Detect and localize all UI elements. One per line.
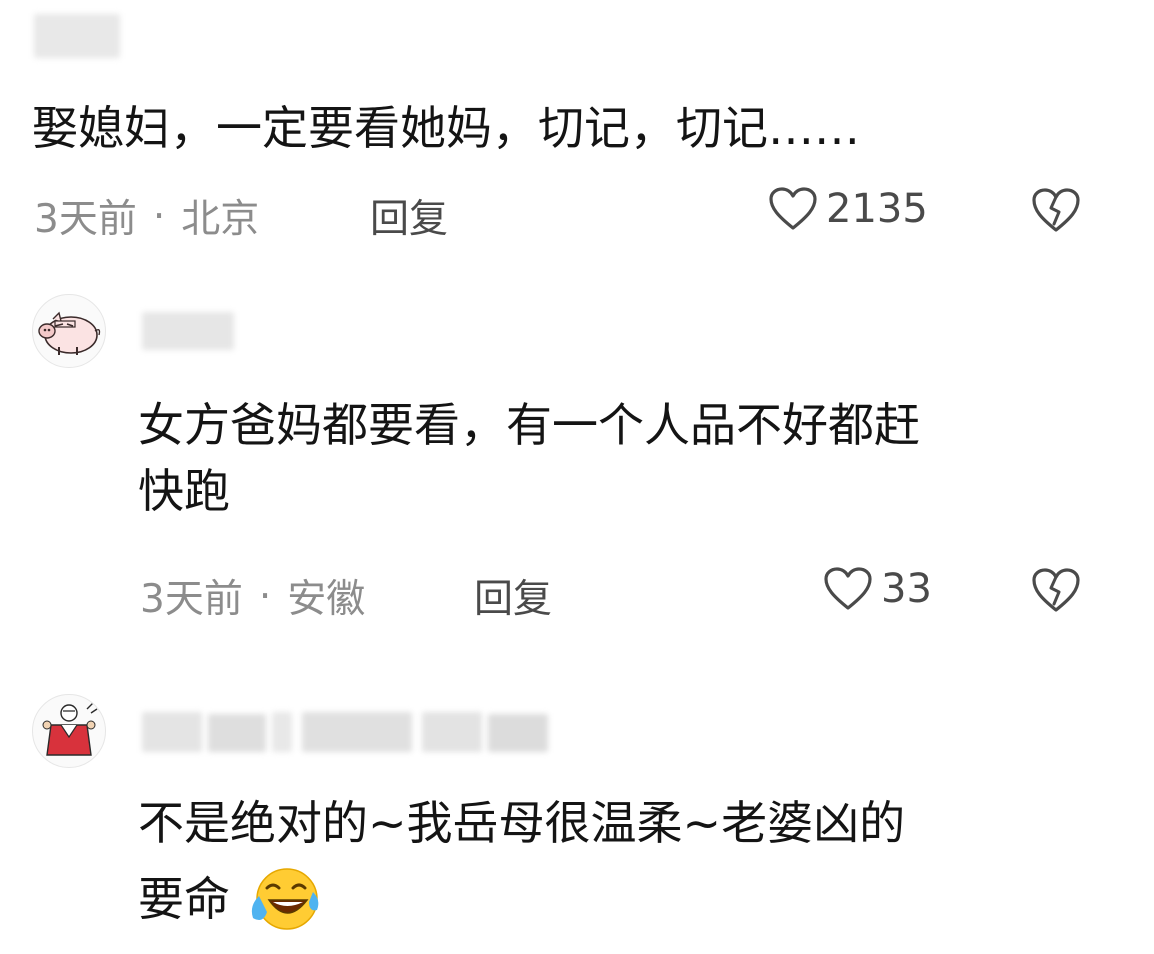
comment-time: 3天前 <box>140 577 243 622</box>
like-button[interactable]: 2135 <box>768 186 928 232</box>
comment-text: 女方爸妈都要看，有一个人品不好都赶 快跑 <box>138 398 920 518</box>
like-count: 33 <box>881 566 932 612</box>
cartoon-character-avatar-icon <box>42 702 98 756</box>
dislike-button[interactable] <box>1030 186 1082 238</box>
comment-time: 3天前 <box>34 197 137 242</box>
comment-text: 娶媳妇，一定要看她妈，切记，切记…… <box>32 101 860 155</box>
comment-location: 北京 <box>181 197 260 242</box>
broken-heart-icon <box>1032 188 1080 232</box>
comment-location: 安徽 <box>287 577 366 622</box>
heart-outline-icon <box>824 567 872 610</box>
heart-outline-icon <box>769 187 817 230</box>
like-button[interactable]: 33 <box>823 566 932 612</box>
broken-heart-icon <box>1032 568 1080 612</box>
meta-separator: · <box>258 573 272 619</box>
laughing-crying-emoji-icon <box>247 866 323 936</box>
like-count: 2135 <box>826 186 928 232</box>
username-redacted[interactable] <box>142 708 552 756</box>
pig-avatar-icon <box>38 311 101 355</box>
comment-text-line: 不是绝对的~我岳母很温柔~老婆凶的 <box>138 796 906 850</box>
comment-meta: 3天前 · 北京 <box>34 188 259 244</box>
username-redacted[interactable] <box>34 14 120 58</box>
username-redacted[interactable] <box>142 312 234 350</box>
meta-separator: · <box>152 193 166 239</box>
avatar[interactable] <box>32 294 106 368</box>
dislike-button[interactable] <box>1030 566 1082 618</box>
reply-button[interactable]: 回复 <box>474 568 552 624</box>
comment-meta: 3天前 · 安徽 <box>140 568 365 624</box>
avatar[interactable] <box>32 694 106 768</box>
reply-button[interactable]: 回复 <box>370 188 448 244</box>
